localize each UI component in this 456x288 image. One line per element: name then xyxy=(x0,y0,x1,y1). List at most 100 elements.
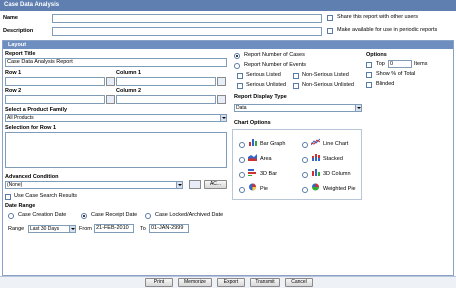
column1-picker-icon[interactable] xyxy=(217,77,226,86)
line-chart-label: Line Chart xyxy=(323,141,349,147)
memorize-button[interactable]: Memorize xyxy=(178,278,212,287)
date-option-receipt-radio[interactable] xyxy=(81,213,87,219)
number-of-events-radio[interactable] xyxy=(234,63,240,69)
row2-label: Row 2 xyxy=(5,88,22,94)
use-search-results-label: Use Case Search Results xyxy=(14,193,77,199)
number-of-cases-radio[interactable] xyxy=(234,53,240,59)
window-title: Case Data Analysis xyxy=(0,0,456,11)
blinded-checkbox[interactable] xyxy=(366,82,372,88)
row2-field[interactable] xyxy=(5,95,105,104)
3d-column-icon xyxy=(312,169,320,176)
transmit-button[interactable]: Transmit xyxy=(250,278,280,287)
layout-section-title: Layout xyxy=(3,41,453,49)
top-count-field[interactable]: 0 xyxy=(388,60,412,68)
area-radio[interactable] xyxy=(239,157,245,163)
display-type-select[interactable]: Data xyxy=(234,104,362,112)
date-option-locked-radio[interactable] xyxy=(145,213,151,219)
3d-column-radio[interactable] xyxy=(302,172,308,178)
print-button[interactable]: Print xyxy=(145,278,173,287)
edit-condition-icon[interactable] xyxy=(189,180,201,189)
chevron-down-icon xyxy=(355,105,361,111)
top-label: Top xyxy=(376,61,385,67)
row1-field[interactable] xyxy=(5,77,105,86)
weighted-pie-icon xyxy=(312,183,319,191)
display-type-label: Report Display Type xyxy=(234,94,287,100)
description-label: Description xyxy=(3,28,34,34)
report-title-label: Report Title xyxy=(5,51,36,57)
chevron-down-icon xyxy=(69,226,75,232)
report-title-field[interactable]: Case Data Analysis Report xyxy=(5,58,227,67)
chevron-down-icon xyxy=(176,182,182,188)
non-serious-unlisted-checkbox[interactable] xyxy=(293,83,299,89)
blinded-label: Blinded xyxy=(376,81,395,87)
show-pct-label: Show % of Total xyxy=(376,71,416,77)
bar-graph-radio[interactable] xyxy=(239,142,245,148)
chart-options-label: Chart Options xyxy=(234,120,271,126)
from-label: From xyxy=(79,226,92,232)
line-chart-radio[interactable] xyxy=(302,142,308,148)
options-title: Options xyxy=(366,52,387,58)
advanced-condition-label: Advanced Condition xyxy=(5,174,59,180)
weighted-pie-label: Weighted Pie xyxy=(323,186,356,192)
range-select[interactable]: Last 30 Days xyxy=(28,225,76,233)
selection-list[interactable] xyxy=(5,132,227,168)
from-date-field[interactable]: 21-FEB-2010 xyxy=(94,224,134,233)
date-option-creation-radio[interactable] xyxy=(8,213,14,219)
area-label: Area xyxy=(260,156,272,162)
row2-picker-icon[interactable] xyxy=(106,95,115,104)
date-option-receipt-label: Case Receipt Date xyxy=(91,212,138,218)
cancel-button[interactable]: Cancel xyxy=(285,278,313,287)
date-range-label: Date Range xyxy=(5,203,36,209)
export-button[interactable]: Export xyxy=(217,278,245,287)
3d-column-label: 3D Column xyxy=(323,171,351,177)
share-label: Share this report with other users xyxy=(337,14,419,20)
name-field[interactable] xyxy=(52,14,322,23)
product-family-value: All Products xyxy=(7,115,34,121)
bar-graph-label: Bar Graph xyxy=(260,141,286,147)
date-option-creation-label: Case Creation Date xyxy=(18,212,67,218)
description-field[interactable] xyxy=(52,27,322,36)
area-chart-icon xyxy=(248,154,257,161)
3d-bar-label: 3D Bar xyxy=(260,171,278,177)
row1-label: Row 1 xyxy=(5,70,22,76)
pie-radio[interactable] xyxy=(239,187,245,193)
serious-unlisted-label: Serious Unlisted xyxy=(246,82,287,88)
3d-bar-radio[interactable] xyxy=(239,172,245,178)
use-search-results-checkbox[interactable] xyxy=(5,194,11,200)
advanced-condition-select[interactable]: (None) xyxy=(5,181,183,189)
weighted-pie-radio[interactable] xyxy=(302,187,308,193)
ac-button[interactable]: AC... xyxy=(204,180,227,189)
serious-unlisted-checkbox[interactable] xyxy=(237,83,243,89)
to-date-field[interactable]: 01-JAN-2999 xyxy=(149,224,189,233)
product-family-select[interactable]: All Products xyxy=(5,114,227,122)
range-value: Last 30 Days xyxy=(30,226,60,232)
3d-bar-icon xyxy=(248,169,256,176)
column2-field[interactable] xyxy=(116,95,216,104)
periodic-checkbox[interactable] xyxy=(327,28,333,34)
number-of-events-label: Report Number of Events xyxy=(244,62,307,68)
column2-picker-icon[interactable] xyxy=(217,95,226,104)
items-label: Items xyxy=(414,61,428,67)
serious-listed-label: Serious Listed xyxy=(246,72,281,78)
non-serious-listed-checkbox[interactable] xyxy=(293,73,299,79)
stacked-radio[interactable] xyxy=(302,157,308,163)
range-label: Range xyxy=(8,226,25,232)
non-serious-unlisted-label: Non-Serious Unlisted xyxy=(302,82,354,88)
periodic-label: Make available for use in periodic repor… xyxy=(337,27,438,33)
number-of-cases-label: Report Number of Cases xyxy=(244,52,305,58)
share-checkbox[interactable] xyxy=(327,15,333,21)
stacked-label: Stacked xyxy=(323,156,343,162)
advanced-condition-value: (None) xyxy=(7,182,23,188)
top-checkbox[interactable] xyxy=(366,62,372,68)
name-label: Name xyxy=(3,15,18,21)
column1-field[interactable] xyxy=(116,77,216,86)
show-pct-checkbox[interactable] xyxy=(366,72,372,78)
date-option-locked-label: Case Locked/Archived Date xyxy=(155,212,224,218)
pie-chart-icon xyxy=(249,183,256,191)
display-type-value: Data xyxy=(236,105,247,111)
non-serious-listed-label: Non-Serious Listed xyxy=(302,72,349,78)
row1-picker-icon[interactable] xyxy=(106,77,115,86)
selection-label: Selection for Row 1 xyxy=(5,125,57,131)
chevron-down-icon xyxy=(220,115,226,121)
serious-listed-checkbox[interactable] xyxy=(237,73,243,79)
